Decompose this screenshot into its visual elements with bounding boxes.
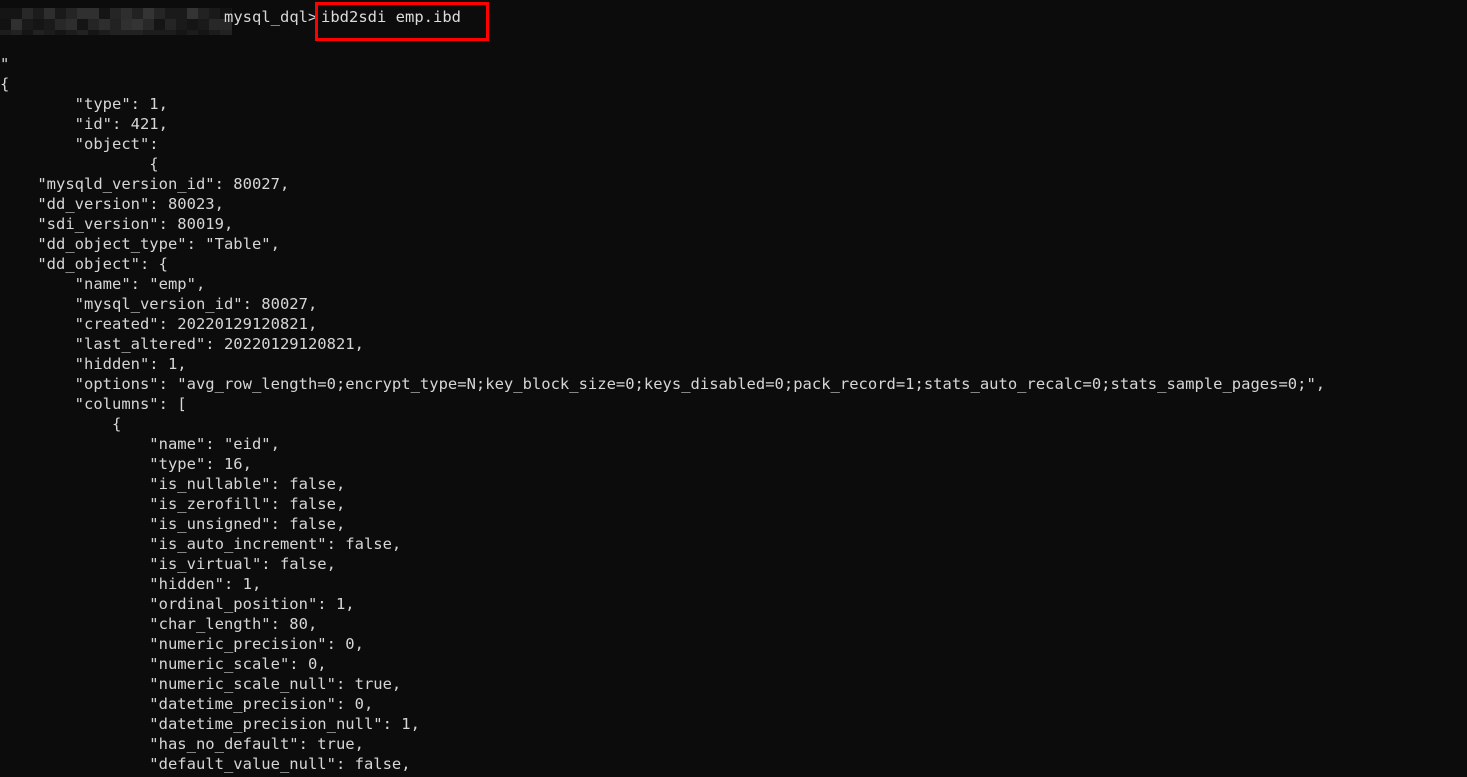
clipped-output-line: [ ibd2sdi	[0, 30, 84, 46]
output-line: "type": 16,	[0, 455, 252, 473]
output-line: "is_auto_increment": false,	[0, 535, 402, 553]
output-line: "columns": [	[0, 395, 187, 413]
output-line: "has_no_default": true,	[0, 735, 364, 753]
output-line: "numeric_scale": 0,	[0, 655, 327, 673]
json-output: " { "type": 1, "id": 421, "object": { "my…	[0, 54, 1325, 777]
output-line: "dd_version": 80023,	[0, 195, 224, 213]
output-line: "is_zerofill": false,	[0, 495, 346, 513]
output-line: "hidden": 1,	[0, 355, 187, 373]
typed-command[interactable]: ibd2sdi emp.ibd	[321, 7, 461, 27]
output-line: "object":	[0, 135, 159, 153]
output-line: "is_unsigned": false,	[0, 515, 346, 533]
output-line: "is_virtual": false,	[0, 555, 336, 573]
output-line: "mysql_version_id": 80027,	[0, 295, 318, 313]
output-line: "name": "emp",	[0, 275, 206, 293]
output-line: "name": "eid",	[0, 435, 280, 453]
output-line: "ordinal_position": 1,	[0, 595, 355, 613]
output-line: "datetime_precision_null": 1,	[0, 715, 420, 733]
output-line: "last_altered": 20220129120821,	[0, 335, 364, 353]
command-line: mysql_dql> ibd2sdi emp.ibd	[0, 2, 1467, 41]
shell-prompt: mysql_dql>	[224, 8, 318, 26]
output-line: "char_length": 80,	[0, 615, 318, 633]
output-line: "sdi_version": 80019,	[0, 215, 234, 233]
output-line: "id": 421,	[0, 115, 168, 133]
output-line: "numeric_scale_null": true,	[0, 675, 402, 693]
output-line: "mysqld_version_id": 80027,	[0, 175, 290, 193]
output-line: {	[0, 415, 122, 433]
output-line: "is_nullable": false,	[0, 475, 346, 493]
output-line: "datetime_precision": 0,	[0, 695, 374, 713]
output-line: "dd_object": {	[0, 255, 168, 273]
output-line: "type": 1,	[0, 95, 168, 113]
output-line: "created": 20220129120821,	[0, 315, 318, 333]
output-line: "hidden": 1,	[0, 575, 262, 593]
output-line: "numeric_precision": 0,	[0, 635, 364, 653]
output-line: {	[0, 155, 159, 173]
output-line: "dd_object_type": "Table",	[0, 235, 280, 253]
output-line: "	[0, 55, 10, 73]
output-line: "default_value_null": false,	[0, 755, 411, 773]
terminal-window[interactable]: mysql_dql> ibd2sdi emp.ibd [ ibd2sdi " { …	[0, 0, 1467, 777]
output-line: "options": "avg_row_length=0;encrypt_typ…	[0, 375, 1326, 393]
output-line: {	[0, 75, 10, 93]
